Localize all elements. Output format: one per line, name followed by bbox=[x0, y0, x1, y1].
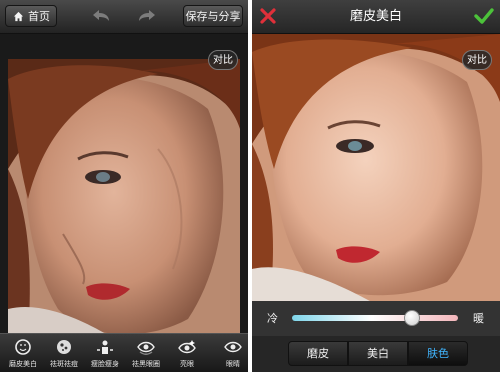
home-label: 首页 bbox=[28, 10, 50, 23]
portrait-photo-edited: 对比 bbox=[252, 34, 500, 301]
tool-skin-smooth[interactable]: 磨皮美白 bbox=[0, 334, 46, 372]
tab-smooth[interactable]: 磨皮 bbox=[288, 341, 348, 366]
tool-label: 祛黑眼圈 bbox=[132, 360, 160, 368]
slim-icon bbox=[97, 340, 113, 354]
right-top-bar: 磨皮美白 bbox=[252, 0, 500, 34]
tab-skin-tone[interactable]: 肤色 bbox=[408, 341, 468, 366]
photo-canvas: 对比 bbox=[0, 34, 248, 341]
eye-icon bbox=[224, 341, 242, 353]
tools-toolbar: 磨皮美白 祛斑祛痘 瘦脸瘦身 祛黑眼圈 亮眼 眼睛 bbox=[0, 333, 248, 372]
compare-button[interactable]: 对比 bbox=[208, 50, 238, 70]
left-screen: 首页 保存与分享 对比 磨皮美白 祛斑祛痘 瘦脸瘦身 祛黑眼圈 亮眼 眼睛 bbox=[0, 0, 248, 372]
warmth-slider-area: 冷 暖 bbox=[252, 301, 500, 336]
bright-eye-icon bbox=[178, 340, 196, 354]
warmth-slider-thumb[interactable] bbox=[403, 310, 420, 326]
right-screen: 磨皮美白 对比 冷 暖 磨皮 美白 肤色 bbox=[252, 0, 500, 372]
tool-label: 亮眼 bbox=[180, 360, 194, 368]
save-share-button[interactable]: 保存与分享 bbox=[183, 5, 243, 27]
warm-label: 暖 bbox=[473, 312, 484, 325]
page-title: 磨皮美白 bbox=[349, 9, 402, 24]
tool-label: 瘦脸瘦身 bbox=[91, 360, 119, 368]
redo-icon[interactable] bbox=[136, 7, 158, 25]
tab-whiten[interactable]: 美白 bbox=[348, 341, 408, 366]
tool-bright-eye[interactable]: 亮眼 bbox=[164, 334, 210, 372]
spot-remove-icon bbox=[57, 340, 71, 354]
dark-circle-icon bbox=[137, 341, 155, 355]
home-button[interactable]: 首页 bbox=[5, 5, 57, 27]
home-icon bbox=[13, 11, 24, 22]
tool-label: 祛斑祛痘 bbox=[50, 360, 78, 368]
tool-slim[interactable]: 瘦脸瘦身 bbox=[82, 334, 128, 372]
warmth-slider-track[interactable] bbox=[292, 315, 458, 321]
screen-divider bbox=[248, 0, 252, 372]
left-top-bar: 首页 保存与分享 bbox=[0, 0, 248, 34]
tool-label: 眼睛 bbox=[226, 360, 240, 368]
confirm-check-icon[interactable] bbox=[474, 7, 494, 25]
tool-eye[interactable]: 眼睛 bbox=[210, 334, 248, 372]
undo-icon[interactable] bbox=[90, 7, 112, 25]
adjust-segment-bar: 磨皮 美白 肤色 bbox=[252, 336, 500, 372]
compare-button[interactable]: 对比 bbox=[462, 50, 492, 70]
tool-label: 磨皮美白 bbox=[9, 360, 37, 368]
cool-label: 冷 bbox=[267, 312, 278, 325]
portrait-photo-original bbox=[8, 59, 240, 341]
tool-spot-remove[interactable]: 祛斑祛痘 bbox=[41, 334, 87, 372]
face-smooth-icon bbox=[15, 339, 31, 355]
tool-dark-circle[interactable]: 祛黑眼圈 bbox=[123, 334, 169, 372]
